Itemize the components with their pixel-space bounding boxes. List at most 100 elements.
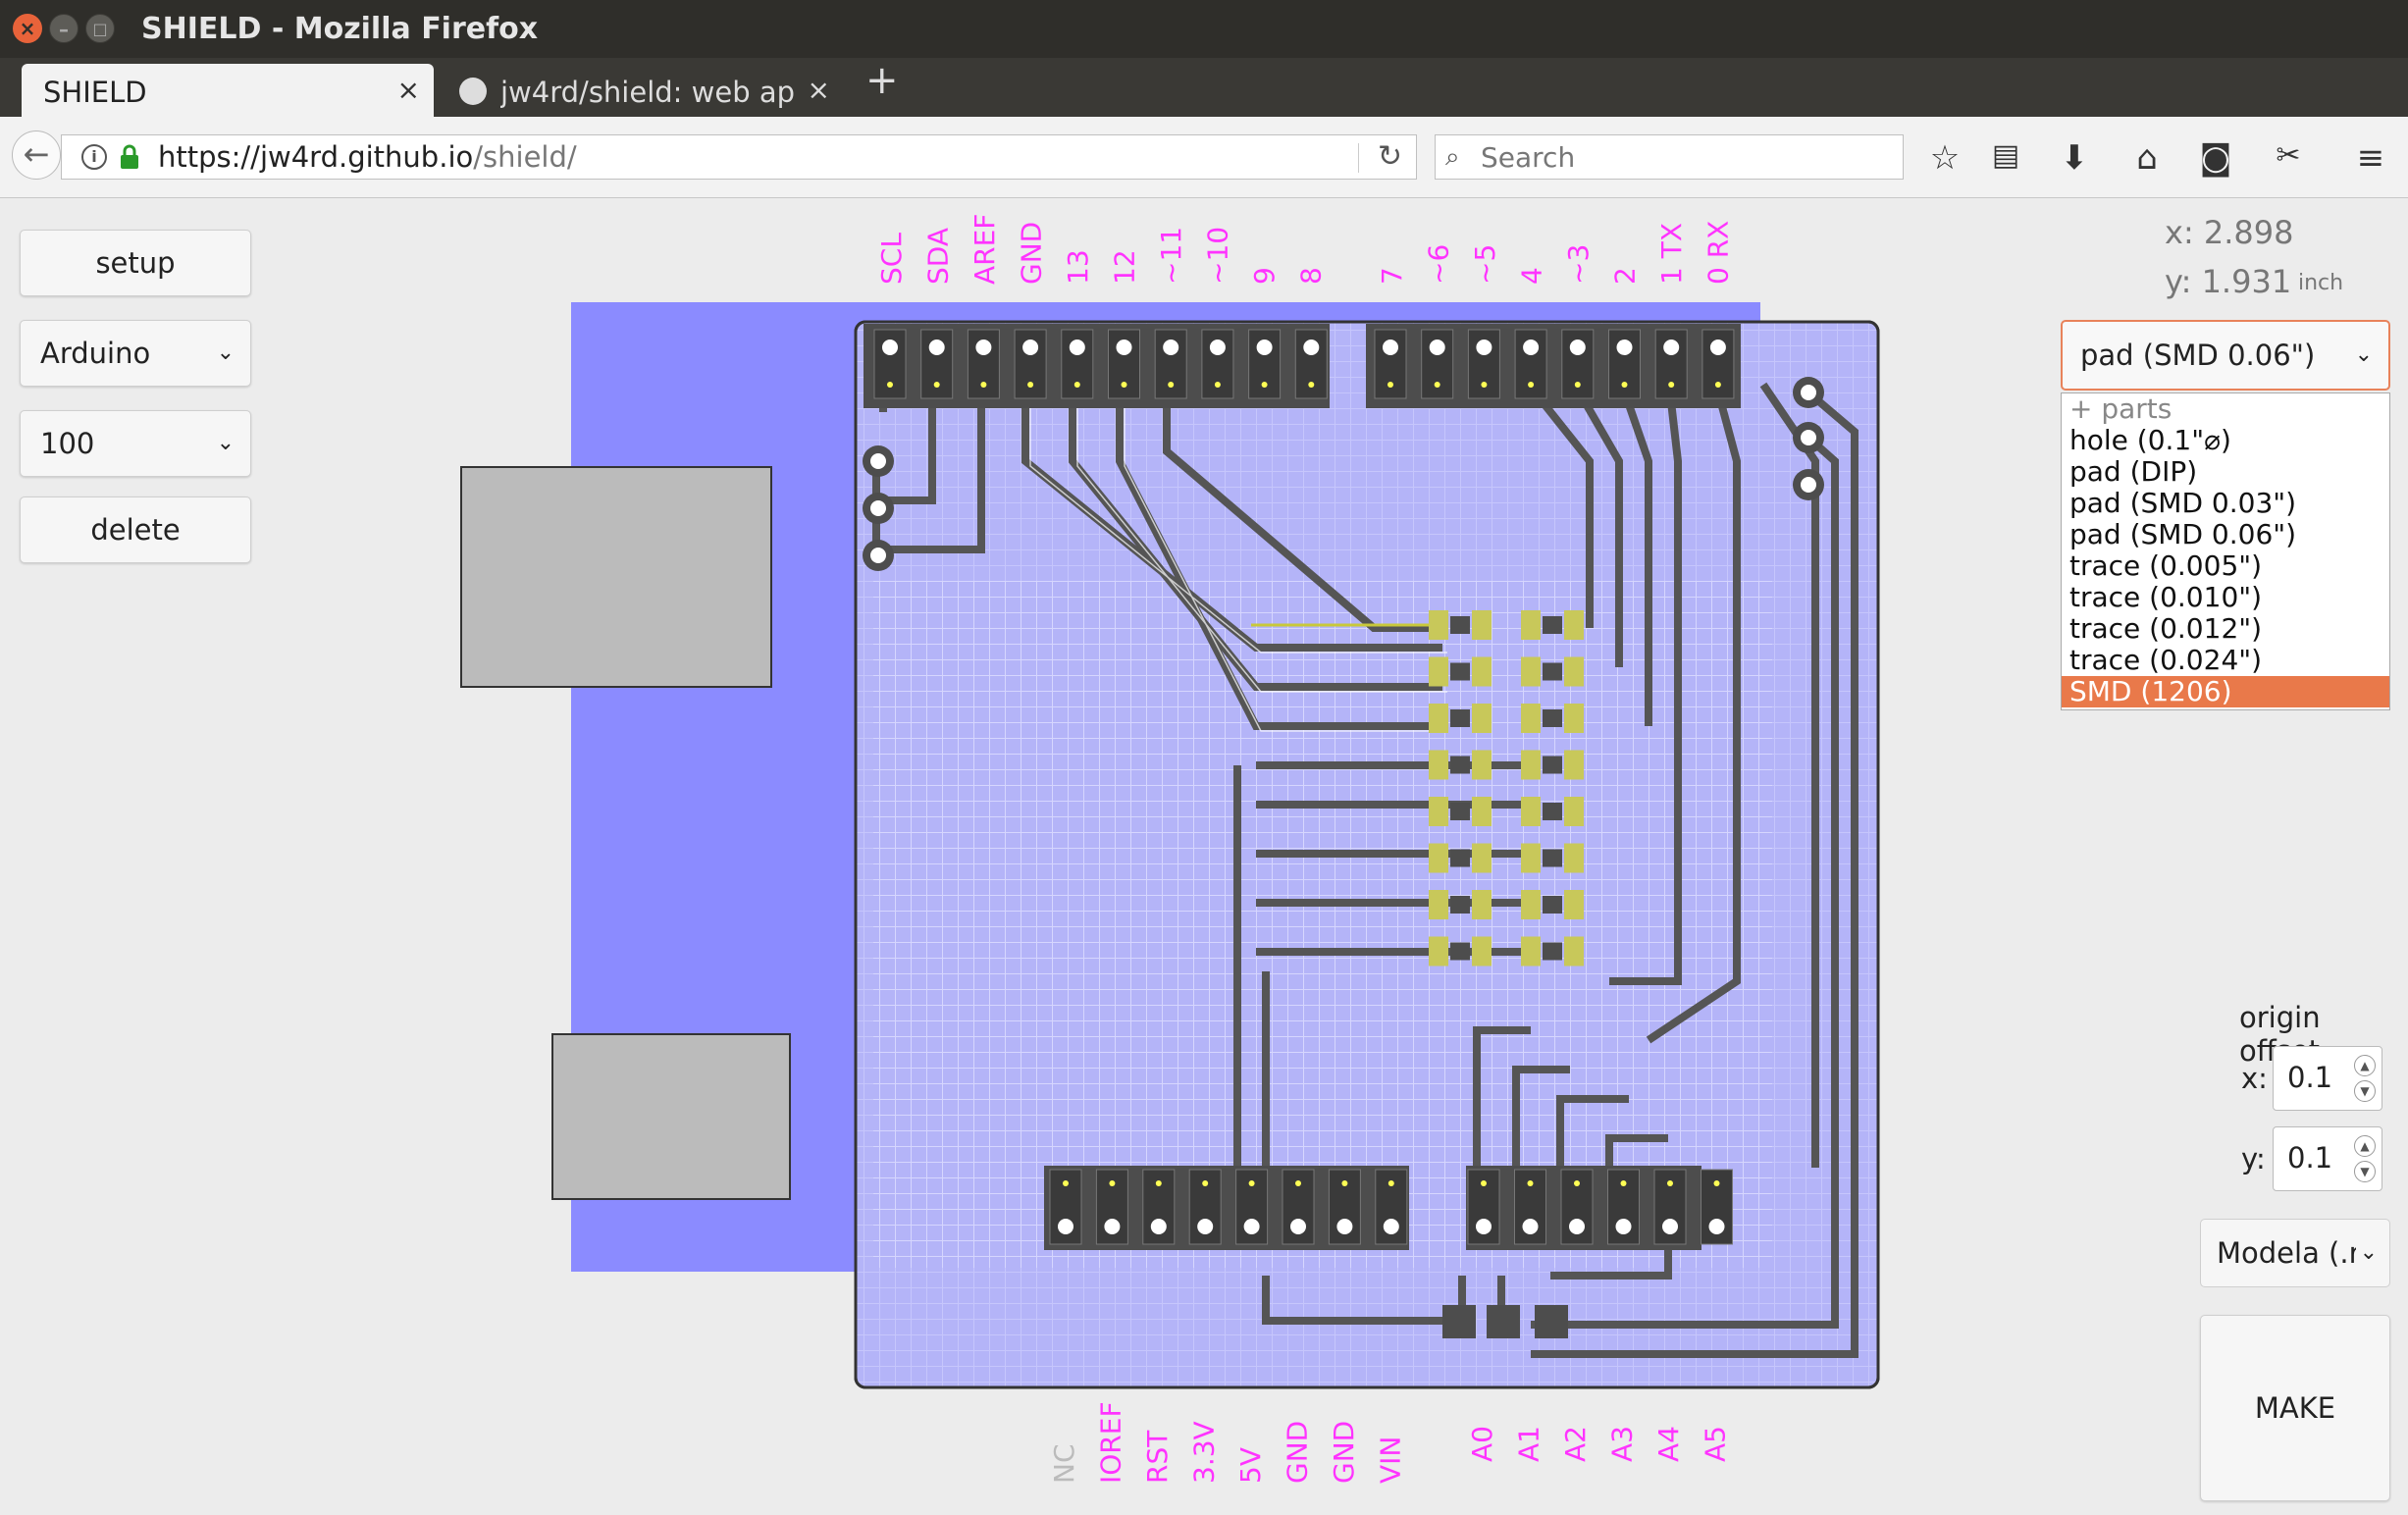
smd-body <box>1543 849 1562 867</box>
reading-list-icon[interactable]: ▤ <box>1986 138 2025 173</box>
bookmark-star-icon[interactable]: ☆ <box>1925 138 1964 178</box>
pin-top-right-label: ~6 <box>1423 244 1455 285</box>
smd-pad <box>1564 797 1584 826</box>
delete-button[interactable]: delete <box>20 496 251 563</box>
zoom-value: 100 <box>40 427 95 460</box>
window-minimize-button[interactable]: – <box>49 14 79 43</box>
power-jack <box>551 1033 791 1200</box>
smd-pad <box>1521 656 1541 687</box>
smd-pad <box>1472 797 1492 826</box>
header-top-left-pad-hole <box>975 340 992 355</box>
pin-top-left-label: ~11 <box>1155 227 1187 285</box>
spin-down-icon[interactable]: ▼ <box>2354 1161 2376 1182</box>
header-top-left-pad-hole <box>1069 340 1085 355</box>
smd-pad <box>1521 797 1541 826</box>
part-option[interactable]: trace (0.024") <box>2062 645 2389 676</box>
window-maximize-button[interactable]: □ <box>85 14 115 43</box>
reload-icon[interactable]: ↻ <box>1378 139 1402 174</box>
origin-x-label: x: <box>2241 1062 2268 1095</box>
board-type-select[interactable]: Arduino ⌄ <box>20 320 251 387</box>
header-top-left-pad-hole <box>928 340 945 355</box>
smd-pad <box>1429 656 1448 687</box>
url-path: /shield/ <box>473 140 577 174</box>
header-top-left-pad-via <box>1027 382 1034 388</box>
pin-bottom-right-label: A1 <box>1513 1426 1545 1462</box>
url-bar[interactable]: i https://jw4rd.github.io/shield/ ↻ <box>61 134 1417 180</box>
header-top-right-pad-via <box>1621 382 1628 388</box>
tab-close-icon[interactable]: × <box>397 74 420 106</box>
part-option[interactable]: trace (0.010") <box>2062 582 2389 613</box>
header-bottom-left-pad-via <box>1063 1180 1069 1186</box>
pin-top-right-label: 2 <box>1609 267 1642 285</box>
header-top-right-pad-via <box>1668 382 1675 388</box>
setup-button[interactable]: setup <box>20 230 251 296</box>
tab-github[interactable]: jw4rd/shield: web app f × <box>444 64 844 117</box>
smd-pad <box>1472 936 1492 966</box>
header-bottom-left-pad-via <box>1109 1180 1116 1186</box>
info-icon[interactable]: i <box>81 144 107 170</box>
pocket-icon[interactable]: ◙ <box>2196 138 2235 178</box>
header-top-right-pad-via <box>1528 382 1535 388</box>
machine-select[interactable]: Modela (.r ⌄ <box>2200 1219 2390 1287</box>
smd-pad <box>1564 843 1584 873</box>
part-dropdown-list[interactable]: + parts hole (0.1"⌀) pad (DIP) pad (SMD … <box>2061 392 2390 710</box>
search-input[interactable]: ⌕ Search <box>1435 134 1904 180</box>
spin-down-icon[interactable]: ▼ <box>2354 1080 2376 1102</box>
header-bottom-left-pad-hole <box>1336 1219 1353 1234</box>
header-top-left-pad-via <box>980 382 987 388</box>
part-select[interactable]: pad (SMD 0.06") ⌄ <box>2061 320 2390 391</box>
origin-y-input[interactable]: 0.1 ▲ ▼ <box>2273 1126 2382 1191</box>
header-bottom-right-pad-via <box>1527 1180 1534 1186</box>
origin-x-input[interactable]: 0.1 ▲ ▼ <box>2273 1046 2382 1111</box>
part-select-value: pad (SMD 0.06") <box>2080 339 2316 372</box>
zoom-select[interactable]: 100 ⌄ <box>20 410 251 477</box>
make-button[interactable]: MAKE <box>2200 1315 2390 1501</box>
tab-strip: SHIELD × jw4rd/shield: web app f × + <box>0 58 2408 117</box>
header-top-right-pad-via <box>1714 382 1721 388</box>
header-bottom-left-pad-hole <box>1197 1219 1214 1234</box>
window-title: SHIELD - Mozilla Firefox <box>141 12 539 46</box>
part-option[interactable]: hole (0.1"⌀) <box>2062 425 2389 456</box>
search-placeholder: Search <box>1481 141 1576 174</box>
smd-body <box>1543 709 1562 727</box>
pin-bottom-left-label: 5V <box>1234 1447 1267 1484</box>
pin-top-right-label: 4 <box>1516 267 1548 285</box>
spin-up-icon[interactable]: ▲ <box>2354 1135 2376 1157</box>
menu-icon[interactable]: ≡ <box>2351 138 2390 178</box>
pin-bottom-left-label: GND <box>1328 1421 1360 1484</box>
cursor-y-readout: y: 1.931 <box>2165 263 2292 300</box>
part-option[interactable]: trace (0.005") <box>2062 550 2389 582</box>
header-bottom-left-pad-hole <box>1290 1219 1306 1234</box>
download-icon[interactable]: ⬇ <box>2055 138 2094 178</box>
part-option[interactable]: pad (SMD 0.06") <box>2062 519 2389 550</box>
smd-body <box>1543 616 1562 634</box>
screenshot-icon[interactable]: ✂ <box>2269 138 2308 173</box>
chevron-down-icon: ⌄ <box>2354 342 2373 367</box>
smd-pad <box>1521 750 1541 780</box>
window-close-button[interactable]: × <box>13 14 42 43</box>
header-top-right-pad-hole <box>1569 340 1586 355</box>
home-icon[interactable]: ⌂ <box>2127 138 2167 178</box>
tab-shield[interactable]: SHIELD × <box>22 64 434 117</box>
pin-top-right-label: 0 RX <box>1702 221 1735 285</box>
header-top-left-pad-via <box>887 382 893 388</box>
part-option-highlighted[interactable]: SMD (1206) <box>2062 676 2389 707</box>
part-option[interactable]: trace (0.012") <box>2062 613 2389 645</box>
smd-pad <box>1564 936 1584 966</box>
header-top-left-pad-via <box>1308 382 1315 388</box>
part-option[interactable]: pad (SMD 0.03") <box>2062 488 2389 519</box>
part-option[interactable]: pad (DIP) <box>2062 456 2389 488</box>
header-top-right-pad-hole <box>1476 340 1492 355</box>
spin-up-icon[interactable]: ▲ <box>2354 1055 2376 1076</box>
header-top-right-pad-hole <box>1429 340 1445 355</box>
back-button[interactable]: ← <box>12 131 61 180</box>
tab-close-icon[interactable]: × <box>808 74 830 106</box>
smd-pad <box>1429 797 1448 826</box>
header-bottom-right-pad-hole <box>1476 1219 1492 1234</box>
header-top-left-pad-via <box>933 382 940 388</box>
header-top-left-pad-via <box>1073 382 1080 388</box>
pcb-canvas[interactable]: SCL SDA AREF GND 13 12 ~11 ~10 9 8 7 ~6 ~5 4 ~3 2 1 TX 0 … <box>451 198 1923 1515</box>
header-bottom-right-pad-via <box>1481 1180 1487 1186</box>
new-tab-button[interactable]: + <box>865 58 899 103</box>
window-titlebar: × – □ SHIELD - Mozilla Firefox <box>0 0 2408 58</box>
